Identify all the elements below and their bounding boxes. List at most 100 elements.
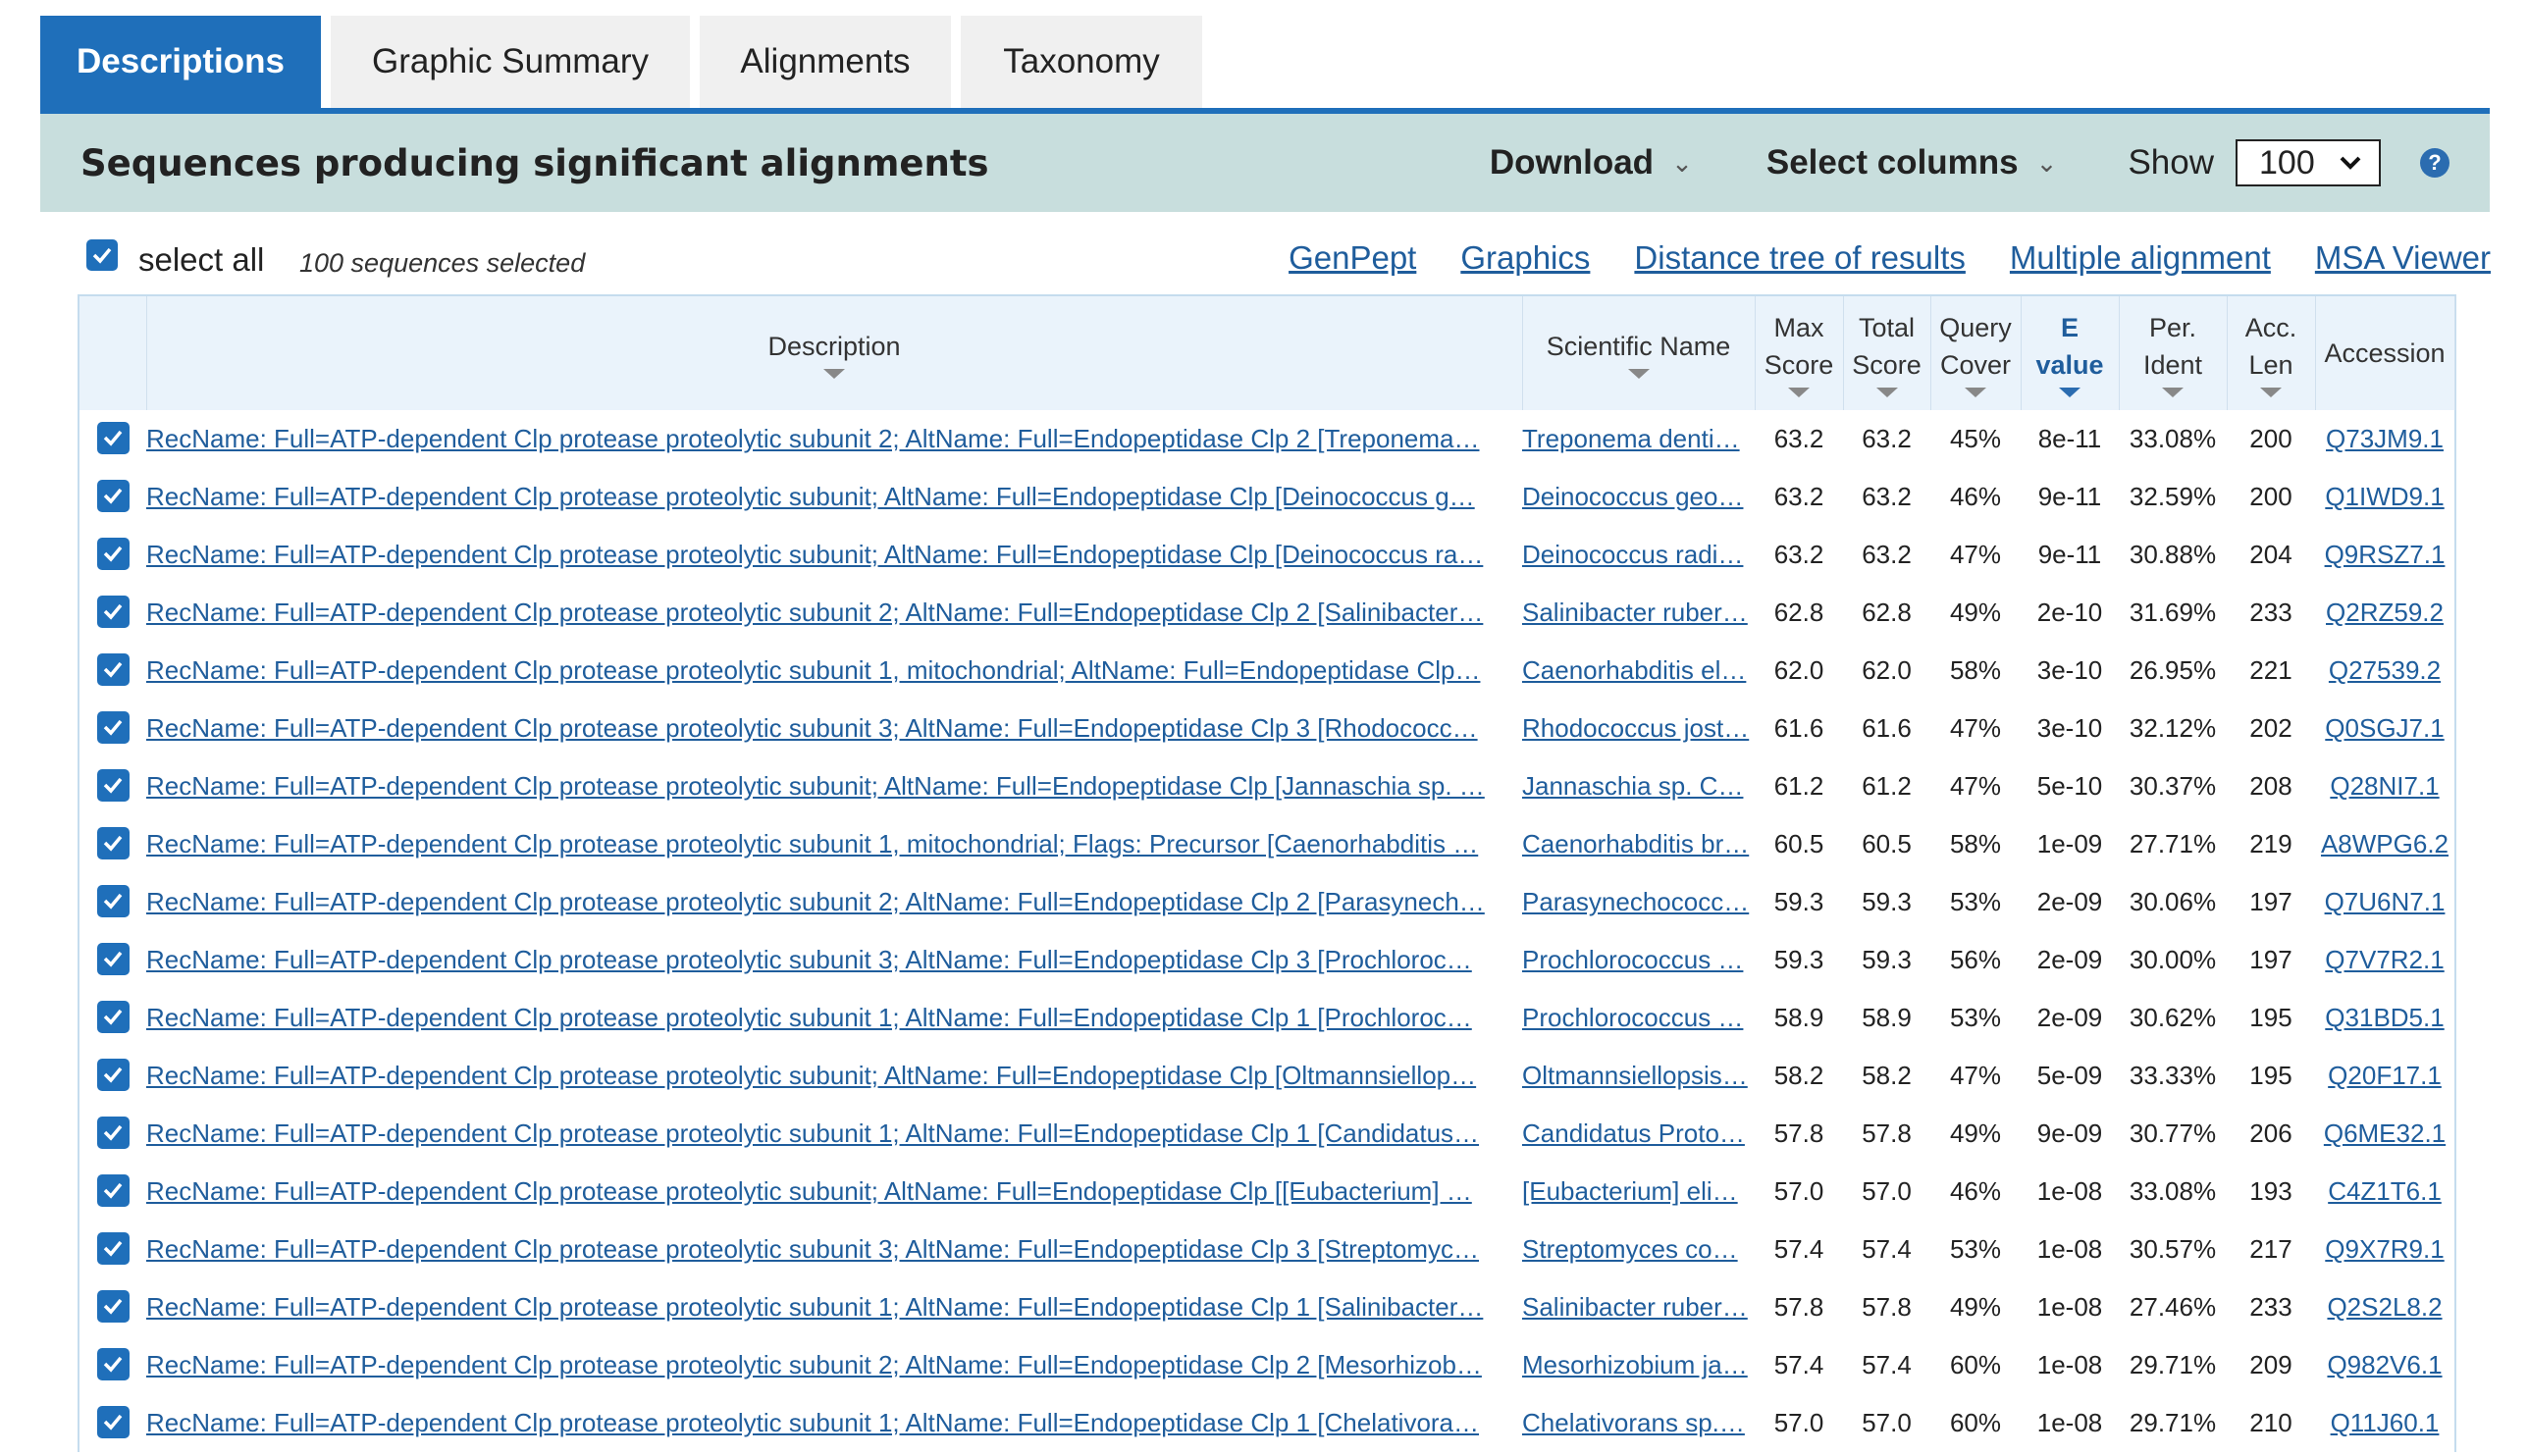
accession-link[interactable]: Q9RSZ7.1 <box>2325 540 2446 569</box>
scientific-name-link[interactable]: Treponema denti… <box>1522 424 1740 453</box>
description-link[interactable]: RecName: Full=ATP-dependent Clp protease… <box>146 1176 1472 1206</box>
header-e-value[interactable]: Evalue <box>2021 296 2120 410</box>
row-checkbox[interactable] <box>96 768 130 802</box>
accession-link[interactable]: Q20F17.1 <box>2328 1061 2442 1090</box>
description-link[interactable]: RecName: Full=ATP-dependent Clp protease… <box>146 829 1478 858</box>
row-checkbox[interactable] <box>96 595 130 628</box>
scientific-name-link[interactable]: Salinibacter ruber… <box>1522 598 1748 627</box>
description-link[interactable]: RecName: Full=ATP-dependent Clp protease… <box>146 1003 1472 1032</box>
row-checkbox[interactable] <box>96 884 130 917</box>
row-checkbox[interactable] <box>96 1000 130 1033</box>
description-link[interactable]: RecName: Full=ATP-dependent Clp protease… <box>146 1061 1476 1090</box>
accession-link[interactable]: Q73JM9.1 <box>2326 424 2444 453</box>
accession-link[interactable]: Q9X7R9.1 <box>2325 1234 2444 1264</box>
accession-link[interactable]: Q0SGJ7.1 <box>2325 713 2444 743</box>
scientific-name-link[interactable]: [Eubacterium] eli… <box>1522 1176 1738 1206</box>
description-link[interactable]: RecName: Full=ATP-dependent Clp protease… <box>146 945 1472 974</box>
max-score: 57.0 <box>1773 1408 1824 1437</box>
download-menu[interactable]: Download ⌄ <box>1490 143 1693 182</box>
row-checkbox[interactable] <box>96 1347 130 1380</box>
msa-viewer-link[interactable]: MSA Viewer <box>2315 239 2491 277</box>
header-total-score[interactable]: Total Score <box>1843 296 1931 410</box>
scientific-name-link[interactable]: Jannaschia sp. C… <box>1522 771 1743 801</box>
row-checkbox[interactable] <box>96 826 130 859</box>
accession-link[interactable]: Q28NI7.1 <box>2330 771 2439 801</box>
scientific-name-link[interactable]: Candidatus Proto… <box>1522 1118 1745 1148</box>
scientific-name-link[interactable]: Streptomyces co… <box>1522 1234 1738 1264</box>
multiple-alignment-link[interactable]: Multiple alignment <box>2010 239 2271 277</box>
description-link[interactable]: RecName: Full=ATP-dependent Clp protease… <box>146 1234 1479 1264</box>
row-checkbox[interactable] <box>96 1289 130 1323</box>
description-link[interactable]: RecName: Full=ATP-dependent Clp protease… <box>146 1118 1479 1148</box>
header-description-label: Description <box>767 332 901 361</box>
tab-taxonomy[interactable]: Taxonomy <box>961 16 1202 108</box>
graphics-link[interactable]: Graphics <box>1460 239 1590 277</box>
scientific-name-link[interactable]: Caenorhabditis br… <box>1522 829 1749 858</box>
scientific-name-link[interactable]: Chelativorans sp.… <box>1522 1408 1745 1437</box>
accession-link[interactable]: Q2S2L8.2 <box>2327 1292 2442 1322</box>
row-checkbox[interactable] <box>96 1116 130 1149</box>
description-link[interactable]: RecName: Full=ATP-dependent Clp protease… <box>146 771 1485 801</box>
description-link[interactable]: RecName: Full=ATP-dependent Clp protease… <box>146 540 1483 569</box>
tab-descriptions[interactable]: Descriptions <box>40 16 321 108</box>
description-link[interactable]: RecName: Full=ATP-dependent Clp protease… <box>146 424 1480 453</box>
accession-link[interactable]: Q7V7R2.1 <box>2325 945 2444 974</box>
accession-link[interactable]: Q27539.2 <box>2329 655 2441 685</box>
max-score-cell: 61.2 <box>1755 757 1843 815</box>
accession-link[interactable]: A8WPG6.2 <box>2321 829 2449 858</box>
max-score-cell: 57.8 <box>1755 1278 1843 1336</box>
header-scientific-name[interactable]: Scientific Name <box>1522 296 1756 410</box>
row-checkbox[interactable] <box>96 537 130 570</box>
scientific-name-link[interactable]: Prochlorococcus … <box>1522 945 1743 974</box>
row-checkbox[interactable] <box>96 1405 130 1438</box>
scientific-name-link[interactable]: Mesorhizobium ja… <box>1522 1350 1748 1379</box>
tab-alignments[interactable]: Alignments <box>700 16 951 108</box>
accession-link[interactable]: Q6ME32.1 <box>2324 1118 2446 1148</box>
distance-tree-link[interactable]: Distance tree of results <box>1634 239 1965 277</box>
accession-link[interactable]: Q31BD5.1 <box>2325 1003 2444 1032</box>
genpept-link[interactable]: GenPept <box>1289 239 1416 277</box>
row-checkbox[interactable] <box>96 1173 130 1207</box>
description-link[interactable]: RecName: Full=ATP-dependent Clp protease… <box>146 1292 1483 1322</box>
scientific-name-link[interactable]: Deinococcus geo… <box>1522 482 1743 511</box>
scientific-name-link[interactable]: Prochlorococcus … <box>1522 1003 1743 1032</box>
row-checkbox[interactable] <box>96 652 130 686</box>
table-row: RecName: Full=ATP-dependent Clp protease… <box>79 410 2454 468</box>
description-link[interactable]: RecName: Full=ATP-dependent Clp protease… <box>146 887 1485 916</box>
scientific-name-link[interactable]: Caenorhabditis el… <box>1522 655 1746 685</box>
row-checkbox[interactable] <box>96 479 130 512</box>
row-checkbox[interactable] <box>96 1058 130 1091</box>
description-link[interactable]: RecName: Full=ATP-dependent Clp protease… <box>146 1350 1482 1379</box>
accession-link[interactable]: Q2RZ59.2 <box>2326 598 2444 627</box>
header-query-cover[interactable]: Query Cover <box>1930 296 2022 410</box>
description-link[interactable]: RecName: Full=ATP-dependent Clp protease… <box>146 1408 1479 1437</box>
row-checkbox[interactable] <box>96 942 130 975</box>
header-acc-len[interactable]: Acc. Len <box>2227 296 2316 410</box>
select-columns-menu[interactable]: Select columns ⌄ <box>1766 143 2058 182</box>
header-per-ident[interactable]: Per. Ident <box>2119 296 2228 410</box>
scientific-name-link[interactable]: Oltmannsiellopsis… <box>1522 1061 1748 1090</box>
accession-link[interactable]: C4Z1T6.1 <box>2328 1176 2442 1206</box>
accession-link[interactable]: Q11J60.1 <box>2331 1408 2440 1437</box>
row-checkbox[interactable] <box>96 710 130 744</box>
scientific-name-link[interactable]: Rhodococcus jost… <box>1522 713 1749 743</box>
description-link[interactable]: RecName: Full=ATP-dependent Clp protease… <box>146 713 1478 743</box>
show-count-select[interactable]: 100 <box>2236 139 2381 186</box>
header-description[interactable]: Description <box>146 296 1523 410</box>
description-link[interactable]: RecName: Full=ATP-dependent Clp protease… <box>146 598 1483 627</box>
select-all-checkbox[interactable] <box>86 239 118 271</box>
scientific-name-link[interactable]: Parasynechococc… <box>1522 887 1749 916</box>
row-checkbox[interactable] <box>96 1231 130 1265</box>
scientific-name-link[interactable]: Deinococcus radi… <box>1522 540 1743 569</box>
tab-graphic-summary[interactable]: Graphic Summary <box>331 16 690 108</box>
scientific-name-link[interactable]: Salinibacter ruber… <box>1522 1292 1748 1322</box>
row-checkbox[interactable] <box>96 421 130 454</box>
header-max-score[interactable]: Max Score <box>1755 296 1844 410</box>
accession-link[interactable]: Q7U6N7.1 <box>2325 887 2446 916</box>
accession-link[interactable]: Q1IWD9.1 <box>2325 482 2444 511</box>
description-link[interactable]: RecName: Full=ATP-dependent Clp protease… <box>146 482 1475 511</box>
description-link[interactable]: RecName: Full=ATP-dependent Clp protease… <box>146 655 1480 685</box>
table-row: RecName: Full=ATP-dependent Clp protease… <box>79 1278 2454 1336</box>
accession-link[interactable]: Q982V6.1 <box>2327 1350 2442 1379</box>
help-icon[interactable]: ? <box>2420 148 2449 178</box>
